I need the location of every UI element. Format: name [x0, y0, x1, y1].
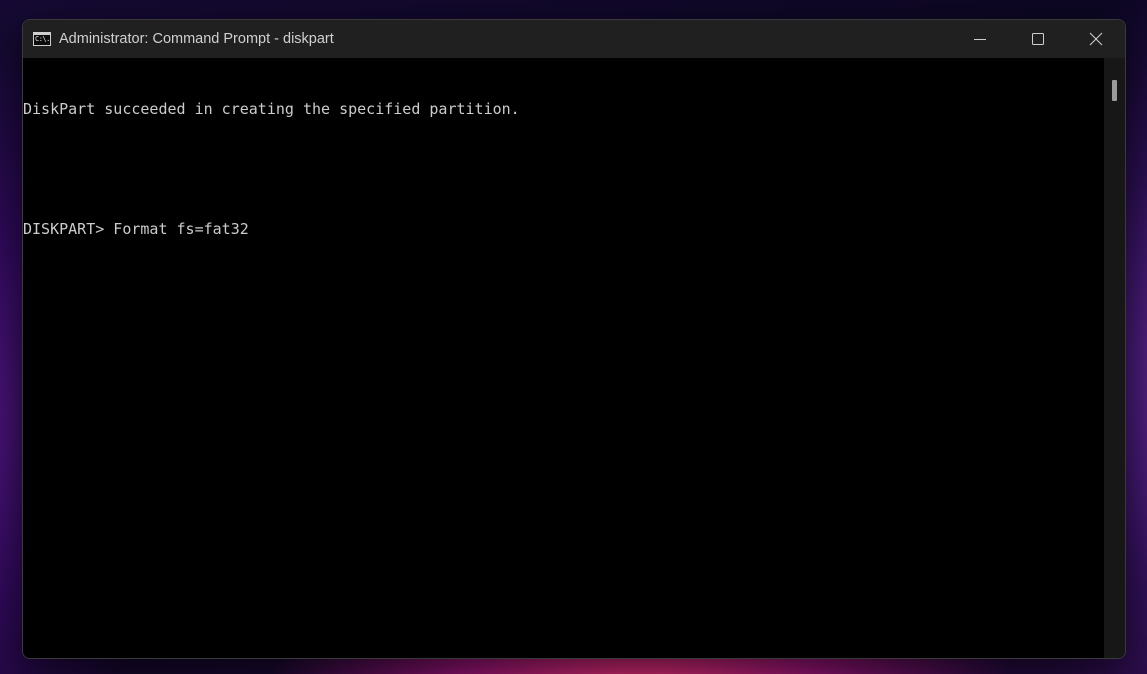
close-button[interactable] [1067, 20, 1125, 58]
cmd-icon-text: C:\. [35, 35, 50, 43]
window-controls [951, 20, 1125, 58]
maximize-icon [1032, 33, 1044, 45]
console-line: DISKPART> Format fs=fat32 [23, 220, 249, 238]
close-icon [1089, 32, 1103, 46]
console-output[interactable]: DiskPart succeeded in creating the speci… [23, 58, 1104, 658]
console-line: DiskPart succeeded in creating the speci… [23, 100, 520, 118]
scrollbar-thumb[interactable] [1112, 80, 1117, 101]
title-bar[interactable]: C:\. Administrator: Command Prompt - dis… [23, 20, 1125, 58]
vertical-scrollbar[interactable] [1104, 58, 1125, 658]
maximize-button[interactable] [1009, 20, 1067, 58]
minimize-button[interactable] [951, 20, 1009, 58]
command-prompt-window: C:\. Administrator: Command Prompt - dis… [22, 19, 1126, 659]
window-title: Administrator: Command Prompt - diskpart [59, 31, 334, 47]
minimize-icon [974, 39, 986, 40]
cmd-icon[interactable]: C:\. [33, 32, 51, 46]
